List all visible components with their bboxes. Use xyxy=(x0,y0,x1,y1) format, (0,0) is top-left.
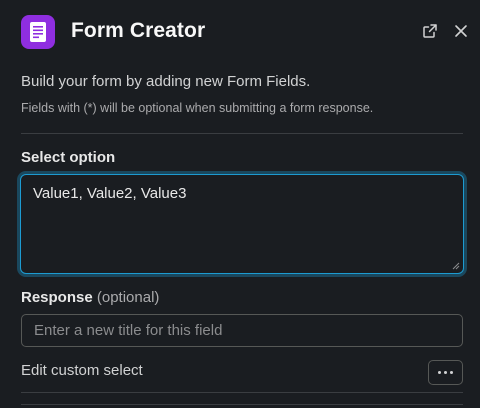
optional-tag: (optional) xyxy=(96,289,160,306)
select-option-value: Value1, Value2, Value3 xyxy=(33,185,187,202)
more-icon-dot xyxy=(450,371,453,374)
select-option-label: Select option xyxy=(21,149,116,166)
response-title-input[interactable]: Enter a new title for this field xyxy=(21,314,463,347)
resize-handle-icon[interactable] xyxy=(452,262,460,270)
edit-custom-select-label: Edit custom select xyxy=(21,362,143,379)
response-label-text: Response xyxy=(21,289,93,306)
section-divider xyxy=(21,404,463,405)
modal-header: Form Creator xyxy=(0,0,480,66)
more-options-button[interactable] xyxy=(428,360,463,385)
form-document-icon xyxy=(21,15,55,49)
modal-title: Form Creator xyxy=(71,19,206,42)
more-icon-dot xyxy=(438,371,441,374)
select-option-textarea[interactable]: Value1, Value2, Value3 xyxy=(20,174,464,274)
close-icon[interactable] xyxy=(452,22,470,40)
response-placeholder: Enter a new title for this field xyxy=(34,322,223,339)
response-label: Response (optional) xyxy=(21,289,159,306)
more-icon-dot xyxy=(444,371,447,374)
intro-text: Build your form by adding new Form Field… xyxy=(21,73,311,90)
section-divider xyxy=(21,392,463,393)
open-in-new-window-icon[interactable] xyxy=(421,22,439,40)
optional-fields-note: Fields with (*) will be optional when su… xyxy=(21,101,374,115)
section-divider xyxy=(21,133,463,134)
